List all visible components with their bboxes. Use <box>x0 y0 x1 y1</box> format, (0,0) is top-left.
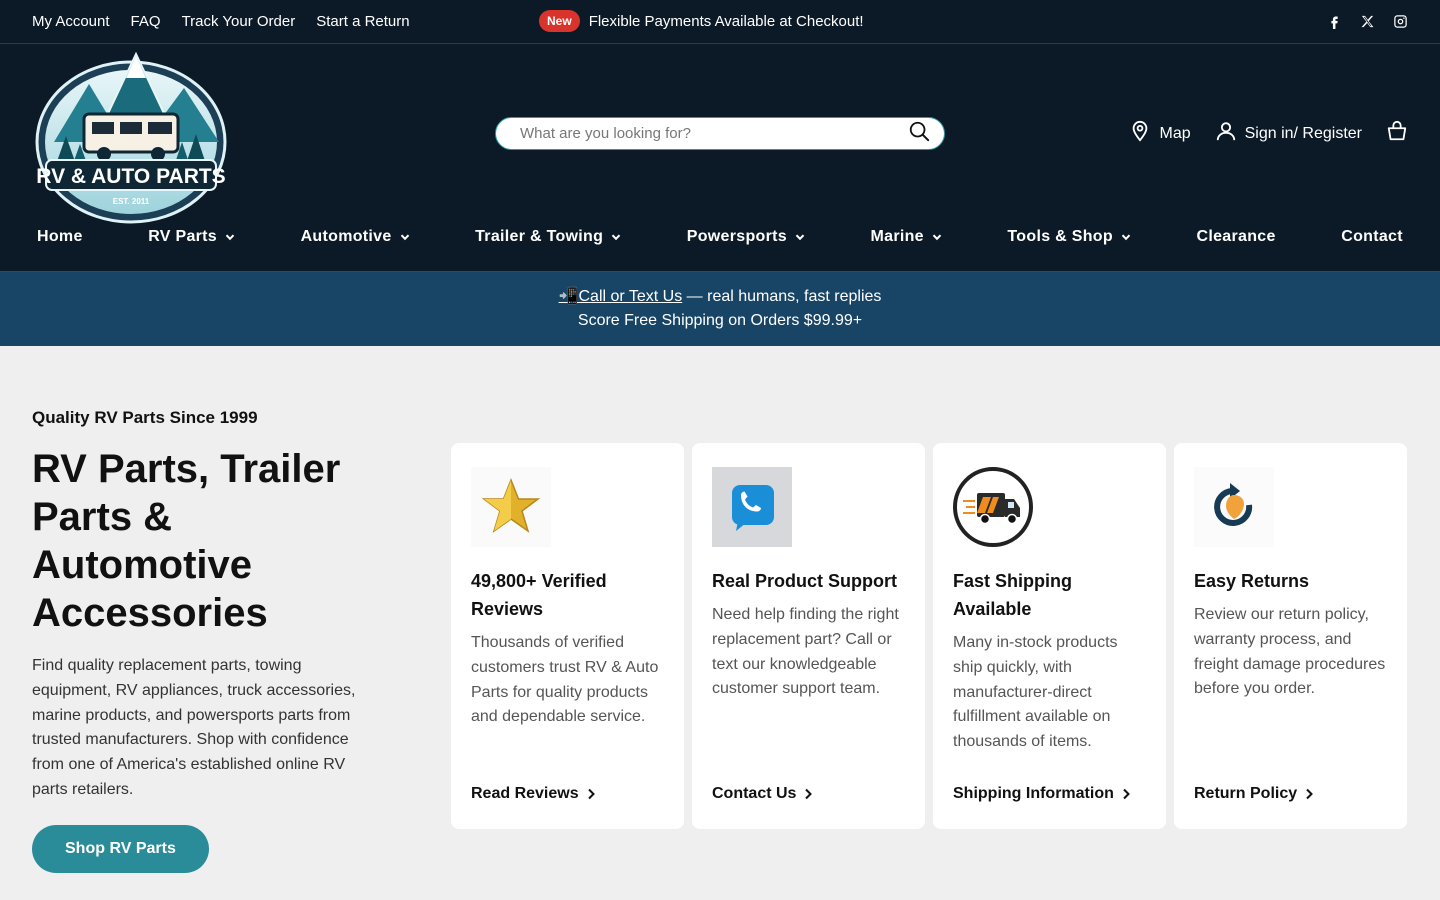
nav-marine-label: Marine <box>870 228 924 245</box>
nav-trailer-towing[interactable]: Trailer & Towing <box>475 228 621 246</box>
shop-rv-parts-button[interactable]: Shop RV Parts <box>32 824 209 873</box>
hero-description: Find quality replacement parts, towing e… <box>32 657 356 798</box>
nav-clearance[interactable]: Clearance <box>1196 228 1275 246</box>
card-link-label: Contact Us <box>712 785 797 802</box>
chevron-right-icon <box>1306 788 1314 800</box>
search-bar <box>495 117 945 150</box>
cart-button[interactable] <box>1386 120 1408 147</box>
contact-us-link[interactable]: Contact Us <box>712 785 813 803</box>
card-description: Many in-stock products ship quickly, wit… <box>953 634 1118 751</box>
card-description: Thousands of verified customers trust RV… <box>471 634 659 726</box>
hero-intro: Quality RV Parts Since 1999 RV Parts, Tr… <box>32 408 392 873</box>
nav-home[interactable]: Home <box>37 228 83 246</box>
chevron-down-icon <box>795 234 805 241</box>
instagram-icon[interactable] <box>1393 14 1408 29</box>
shopping-bag-icon <box>1386 120 1408 147</box>
logo-wordmark: RV & AUTO PARTS <box>36 165 225 188</box>
nav-trailer-towing-label: Trailer & Towing <box>475 228 604 245</box>
site-logo[interactable]: RV & AUTO PARTS EST. 2011 <box>34 51 228 224</box>
phone-icon <box>712 467 792 547</box>
announcement-text[interactable]: Flexible Payments Available at Checkout! <box>589 13 864 30</box>
card-link-label: Read Reviews <box>471 785 579 802</box>
feature-card-shipping: Fast Shipping Available Many in-stock pr… <box>933 443 1166 829</box>
card-description: Need help finding the right replacement … <box>712 606 899 698</box>
promo-call-line: 📲Call or Text Us — real humans, fast rep… <box>0 285 1440 309</box>
chevron-right-icon <box>805 788 813 800</box>
announcement[interactable]: New Flexible Payments Available at Check… <box>539 10 864 32</box>
facebook-icon[interactable] <box>1327 14 1342 29</box>
card-link-label: Return Policy <box>1194 785 1298 802</box>
search-icon[interactable] <box>908 120 930 147</box>
chevron-right-icon <box>587 788 595 800</box>
track-order-link[interactable]: Track Your Order <box>182 13 296 30</box>
chevron-down-icon <box>225 234 235 241</box>
feature-cards: 49,800+ Verified Reviews Thousands of ve… <box>451 443 1407 829</box>
new-badge: New <box>539 10 580 32</box>
hero-title: RV Parts, Trailer Parts & Automotive Acc… <box>32 447 341 635</box>
nav-contact[interactable]: Contact <box>1341 228 1403 246</box>
faq-link[interactable]: FAQ <box>131 13 161 30</box>
card-title: 49,800+ Verified Reviews <box>471 571 607 619</box>
nav-clearance-label: Clearance <box>1196 228 1276 245</box>
site-header: RV & AUTO PARTS EST. 2011 Map Sign in/ R… <box>0 44 1440 272</box>
header-actions: Map Sign in/ Register <box>1129 120 1408 147</box>
chevron-down-icon <box>932 234 942 241</box>
call-text-link[interactable]: 📲Call or Text Us <box>559 288 683 305</box>
shipping-information-link[interactable]: Shipping Information <box>953 785 1131 803</box>
nav-contact-label: Contact <box>1341 228 1403 245</box>
read-reviews-link[interactable]: Read Reviews <box>471 785 596 803</box>
user-icon <box>1215 120 1237 147</box>
search-input[interactable] <box>520 125 908 142</box>
sign-in-label: Sign in/ Register <box>1244 124 1362 142</box>
card-title: Fast Shipping Available <box>953 571 1072 619</box>
promo-banner: 📲Call or Text Us — real humans, fast rep… <box>0 272 1440 346</box>
card-title: Real Product Support <box>712 571 898 591</box>
chevron-down-icon <box>400 234 409 241</box>
nav-automotive[interactable]: Automotive <box>301 228 410 246</box>
feature-card-returns: Easy Returns Review our return policy, w… <box>1174 443 1407 829</box>
nav-rv-parts[interactable]: RV Parts <box>148 228 235 246</box>
card-title: Easy Returns <box>1194 571 1310 591</box>
feature-card-support: Real Product Support Need help finding t… <box>692 443 925 829</box>
main-navigation: Home RV Parts Automotive Trailer & Towin… <box>37 228 1403 246</box>
free-shipping-text: Score Free Shipping on Orders $99.99+ <box>577 312 863 329</box>
call-text-label: Call or Text Us <box>578 288 683 305</box>
return-arrow-icon <box>1194 467 1274 547</box>
return-policy-link[interactable]: Return Policy <box>1194 785 1314 803</box>
nav-automotive-label: Automotive <box>300 228 392 245</box>
start-return-link[interactable]: Start a Return <box>316 13 409 30</box>
chevron-right-icon <box>1123 788 1130 800</box>
call-text-suffix: — real humans, fast replies <box>682 288 882 305</box>
social-links <box>1327 14 1408 29</box>
chevron-down-icon <box>611 234 621 241</box>
map-label: Map <box>1159 124 1191 142</box>
nav-rv-parts-label: RV Parts <box>148 228 218 245</box>
nav-tools-shop[interactable]: Tools & Shop <box>1007 228 1131 246</box>
nav-powersports[interactable]: Powersports <box>687 228 805 246</box>
nav-marine[interactable]: Marine <box>871 228 942 246</box>
nav-tools-shop-label: Tools & Shop <box>1007 228 1113 245</box>
nav-powersports-label: Powersports <box>686 228 787 245</box>
utility-bar: My Account FAQ Track Your Order Start a … <box>0 0 1440 44</box>
hero-eyebrow: Quality RV Parts Since 1999 <box>32 408 258 427</box>
delivery-truck-icon <box>953 467 1033 547</box>
my-account-link[interactable]: My Account <box>32 13 110 30</box>
mobile-phone-icon: 📲 <box>558 288 579 305</box>
store-map-link[interactable]: Map <box>1129 120 1191 147</box>
logo-est: EST. 2011 <box>113 197 150 206</box>
card-link-label: Shipping Information <box>953 785 1114 802</box>
feature-card-reviews: 49,800+ Verified Reviews Thousands of ve… <box>451 443 684 829</box>
utility-links: My Account FAQ Track Your Order Start a … <box>32 13 410 30</box>
chevron-down-icon <box>1121 234 1131 241</box>
x-twitter-icon[interactable] <box>1360 14 1375 29</box>
card-description: Review our return policy, warranty proce… <box>1194 606 1386 698</box>
nav-home-label: Home <box>37 228 83 245</box>
star-icon <box>471 467 551 547</box>
sign-in-link[interactable]: Sign in/ Register <box>1215 120 1362 147</box>
location-pin-icon <box>1129 120 1151 147</box>
hero-section: Quality RV Parts Since 1999 RV Parts, Tr… <box>0 346 1440 899</box>
